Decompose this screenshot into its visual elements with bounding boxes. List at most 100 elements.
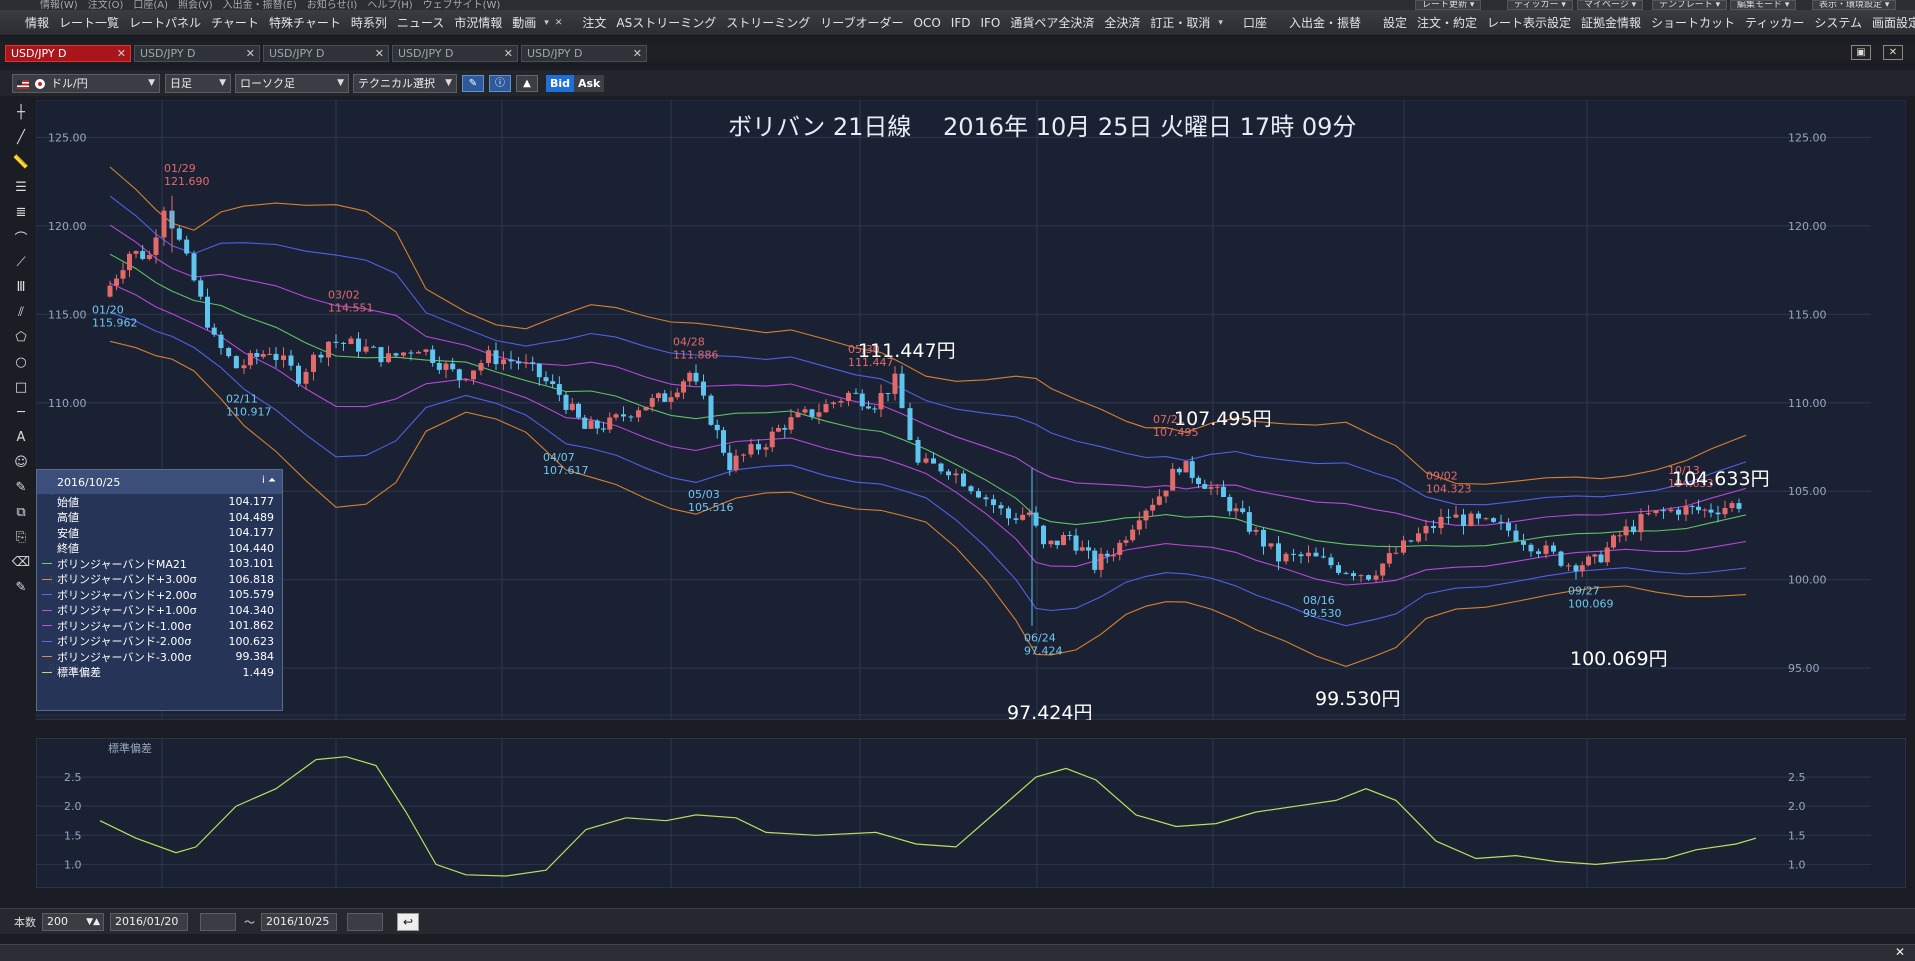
line-icon[interactable]: ╱: [9, 125, 33, 149]
toolbar-item[interactable]: ニュース: [392, 14, 449, 31]
ruler-icon[interactable]: 📏: [9, 150, 33, 174]
toolbar-item[interactable]: 入出金・振替: [1284, 14, 1366, 31]
horizontal-lines-icon[interactable]: ☰: [9, 175, 33, 199]
toolbar-item[interactable]: 注文・約定: [1412, 14, 1482, 31]
toolbar-item[interactable]: ASストリーミング: [611, 14, 721, 31]
menu-bar-text[interactable]: 情報(W) 注文(O) 口座(A) 照会(V) 入出金・振替(E) お知らせ(I…: [40, 0, 500, 10]
paint-icon[interactable]: ✎: [9, 475, 33, 499]
toolbar-item[interactable]: レートパネル: [124, 14, 206, 31]
icon-stamp-icon[interactable]: ☺: [9, 450, 33, 474]
hline-icon[interactable]: ─: [9, 400, 33, 424]
tab-close-icon[interactable]: ✕: [504, 46, 513, 61]
toolbar-item[interactable]: ストリーミング: [721, 14, 815, 31]
toolbar-item[interactable]: リーブオーダー: [815, 14, 908, 31]
marker-date: 02/11: [226, 392, 258, 405]
text-icon[interactable]: A: [9, 425, 33, 449]
candle-body: [727, 452, 733, 471]
toolbar-item[interactable]: OCO: [909, 16, 946, 30]
paste-icon[interactable]: ⎘: [9, 525, 33, 549]
mypage-menu-button[interactable]: マイページ ▾: [1577, 0, 1644, 10]
circle-icon[interactable]: ○: [9, 350, 33, 374]
candle-body: [1598, 554, 1604, 563]
tab-close-icon[interactable]: ✕: [246, 46, 255, 61]
toolbar-close-button[interactable]: ✕: [552, 18, 566, 28]
count-stepper[interactable]: 200 ▼▲: [42, 912, 104, 931]
end-date-field[interactable]: 2016/10/25: [261, 912, 337, 931]
toolbar-item[interactable]: IFO: [975, 16, 1005, 30]
toolbar-item[interactable]: 通貨ペア全決済: [1005, 14, 1099, 31]
period-select[interactable]: 日足 ▼: [165, 74, 231, 93]
tab-close-icon[interactable]: ✕: [117, 46, 126, 61]
tab-close-icon[interactable]: ✕: [375, 46, 384, 61]
copy-icon[interactable]: ⧉: [9, 500, 33, 524]
toolbar-item[interactable]: 動画: [507, 14, 541, 31]
status-close-button[interactable]: ✕: [1895, 945, 1905, 959]
toolbar-item[interactable]: 画面設定: [1867, 14, 1915, 31]
toolbar-item[interactable]: レート表示設定: [1482, 14, 1576, 31]
pentagon-icon[interactable]: ⬠: [9, 325, 33, 349]
channel-icon[interactable]: ⫽: [9, 300, 33, 324]
mountain-chart-button[interactable]: ▲: [516, 75, 538, 92]
toolbar-item[interactable]: 市況情報: [449, 14, 507, 31]
toolbar-more-button[interactable]: ▾: [1215, 18, 1226, 28]
toolbar-item[interactable]: IFD: [946, 16, 976, 30]
candle-body: [931, 458, 936, 464]
close-window-button[interactable]: ✕: [1883, 45, 1903, 60]
stepper-arrows-icon[interactable]: ▼▲: [86, 914, 100, 930]
arc-icon[interactable]: ⌒: [9, 225, 33, 249]
toolbar-item[interactable]: ティッカー: [1740, 14, 1809, 31]
tab-close-icon[interactable]: ✕: [633, 46, 642, 61]
price-chart[interactable]: 125.00 125.00 120.00 120.00 115.00 115.00 110.…: [36, 100, 1906, 720]
ask-button[interactable]: Ask: [574, 75, 605, 92]
refresh-button[interactable]: ↩: [397, 912, 419, 931]
fibonacci-icon[interactable]: ≣: [9, 200, 33, 224]
fan-icon[interactable]: ⟋: [9, 250, 33, 274]
crosshair-icon[interactable]: ┼: [9, 100, 33, 124]
tab-usd-jpy-d[interactable]: USD/JPY D ✕: [263, 45, 389, 62]
candle-body: [281, 355, 286, 360]
pin-icon[interactable]: ✎: [9, 575, 33, 599]
info-button[interactable]: ⓘ: [489, 75, 511, 92]
toolbar-item[interactable]: ショートカット: [1646, 14, 1740, 31]
candle-body: [1536, 551, 1541, 554]
toolbar-item[interactable]: レート一覧: [54, 14, 124, 31]
toolbar-item[interactable]: 設定: [1378, 14, 1412, 31]
template-menu-button[interactable]: テンプレート ▾: [1652, 0, 1728, 10]
toolbar-item[interactable]: 情報: [20, 14, 54, 31]
toolbar-item[interactable]: システム: [1809, 14, 1867, 31]
technical-select[interactable]: テクニカル選択 ▼: [353, 74, 457, 93]
marker-price: 100.069: [1568, 597, 1614, 610]
draw-pen-button[interactable]: ✎: [462, 75, 484, 92]
toolbar-item[interactable]: 証拠金情報: [1576, 14, 1646, 31]
toolbar-item[interactable]: 口座: [1238, 14, 1272, 31]
toolbar-item[interactable]: チャート: [206, 14, 264, 31]
edit-mode-button[interactable]: 編集モード ▾: [1730, 0, 1797, 10]
display-settings-button[interactable]: 表示・環境設定 ▾: [1812, 0, 1897, 10]
toolbar-item[interactable]: 全決済: [1099, 14, 1145, 31]
tab-usd-jpy-d[interactable]: USD/JPY D ✕: [134, 45, 260, 62]
eraser-icon[interactable]: ⌫: [9, 550, 33, 574]
start-date-field[interactable]: 2016/01/20: [110, 912, 188, 931]
chart-type-select[interactable]: ローソク足 ▼: [235, 74, 349, 93]
end-time-field[interactable]: [347, 912, 383, 931]
rate-update-button[interactable]: レート更新 ▾: [1415, 0, 1482, 10]
stddev-chart[interactable]: 2.5 2.5 2.0 2.0 1.5 1.5 1.0 1.0 標準偏差: [36, 738, 1906, 888]
candle-body: [516, 361, 521, 364]
toolbar-item[interactable]: 訂正・取消: [1145, 14, 1215, 31]
currency-pair-select[interactable]: ドル/円 ▼: [12, 74, 160, 93]
toolbar-item[interactable]: 注文: [577, 14, 611, 31]
maximize-button[interactable]: ▣: [1851, 45, 1871, 60]
vertical-lines-icon[interactable]: Ⅲ: [9, 275, 33, 299]
tab-usd-jpy-d[interactable]: USD/JPY D ✕: [521, 45, 647, 62]
tab-usd-jpy-d[interactable]: USD/JPY D ✕: [5, 45, 131, 62]
toolbar-more-button[interactable]: ▾: [541, 18, 552, 28]
info-row-label: ボリンジャーバンド+3.00σ: [57, 573, 197, 587]
start-time-field[interactable]: [200, 912, 236, 931]
toolbar-item[interactable]: 特殊チャート: [264, 14, 346, 31]
info-panel-buttons[interactable]: i ⏶: [262, 475, 276, 486]
rectangle-icon[interactable]: □: [9, 375, 33, 399]
ticker-menu-button[interactable]: ティッカー ▾: [1507, 0, 1573, 10]
bid-button[interactable]: Bid: [546, 75, 575, 92]
tab-usd-jpy-d[interactable]: USD/JPY D ✕: [392, 45, 518, 62]
toolbar-item[interactable]: 時系列: [346, 14, 392, 31]
